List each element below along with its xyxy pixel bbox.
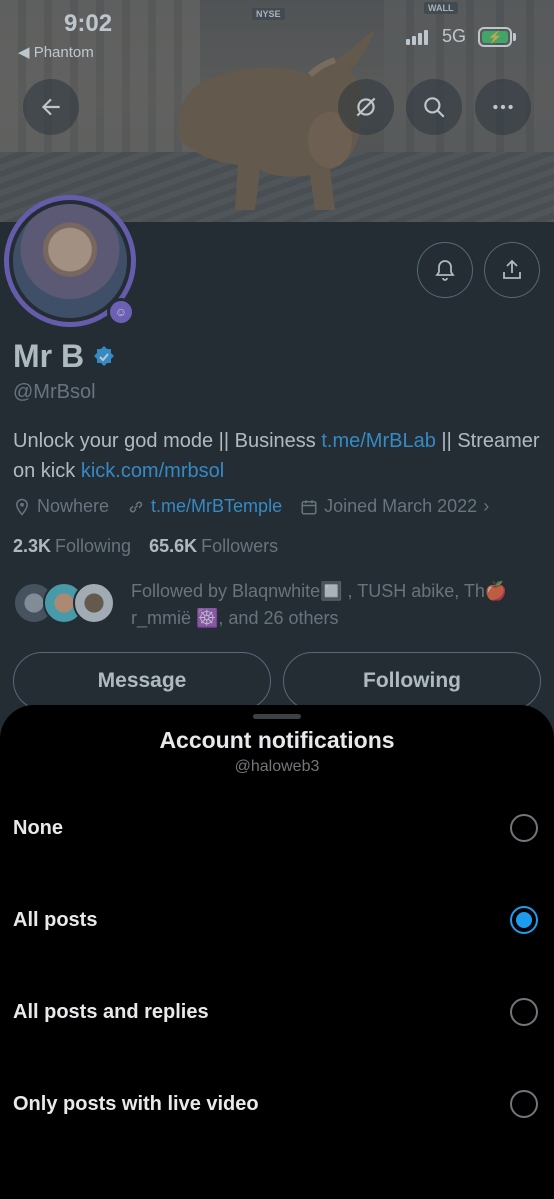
option-all-posts[interactable]: All posts bbox=[0, 874, 554, 966]
radio-button-selected[interactable] bbox=[510, 906, 538, 934]
radio-button[interactable] bbox=[510, 814, 538, 842]
option-label: All posts bbox=[13, 908, 98, 931]
radio-button[interactable] bbox=[510, 1090, 538, 1118]
option-label: None bbox=[13, 816, 63, 839]
sheet-title: Account notifications bbox=[159, 727, 395, 753]
radio-button[interactable] bbox=[510, 998, 538, 1026]
option-label: All posts and replies bbox=[13, 1000, 209, 1023]
option-live-video[interactable]: Only posts with live video bbox=[0, 1058, 554, 1150]
option-label: Only posts with live video bbox=[13, 1092, 259, 1115]
option-all-posts-and-replies[interactable]: All posts and replies bbox=[0, 966, 554, 1058]
radio-dot bbox=[516, 912, 532, 928]
option-none[interactable]: None bbox=[0, 782, 554, 874]
sheet-subtitle: @haloweb3 bbox=[234, 758, 320, 775]
sheet-grabber[interactable] bbox=[253, 714, 301, 719]
account-notifications-sheet: Account notifications @haloweb3 None All… bbox=[0, 705, 554, 1199]
